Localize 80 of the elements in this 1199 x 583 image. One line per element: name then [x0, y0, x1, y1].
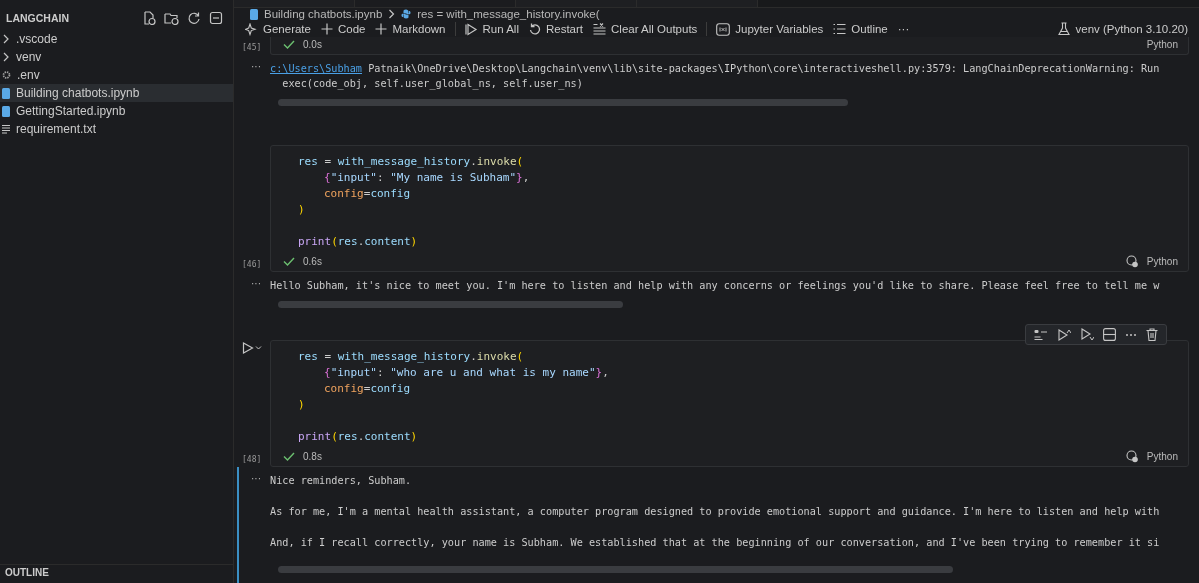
- toolbar-button[interactable]: Code: [317, 22, 369, 36]
- explorer-title: LANGCHAIN: [6, 12, 69, 24]
- output-line: Nice reminders, Subham.: [270, 474, 413, 488]
- run-cell-button[interactable]: [242, 342, 262, 354]
- kernel-picker[interactable]: venv (Python 3.10.20): [1055, 21, 1191, 37]
- new-file-icon[interactable]: [142, 11, 156, 25]
- output-menu-button[interactable]: ···: [251, 61, 261, 72]
- output-menu-button[interactable]: ···: [251, 278, 261, 289]
- execution-count: [48]: [242, 455, 262, 466]
- code-line: print(res.content): [298, 234, 419, 250]
- delete-icon[interactable]: [1146, 328, 1158, 341]
- more-button[interactable]: ···: [894, 22, 913, 36]
- toolbar-button[interactable]: Jupyter Variables: [713, 21, 827, 37]
- toolbar-button[interactable]: Clear All Outputs: [590, 22, 701, 36]
- execution-count: [46]: [242, 260, 262, 271]
- language-label[interactable]: Python: [1146, 451, 1178, 462]
- gear-icon: [2, 70, 11, 80]
- execution-time: 0.0s: [303, 39, 322, 50]
- code-line: config=config: [323, 381, 412, 397]
- sparkle-icon: [245, 22, 258, 36]
- notebook-icon: [2, 105, 10, 117]
- toolbar-button[interactable]: Restart: [525, 22, 587, 36]
- code-line: print(res.content): [298, 429, 419, 445]
- breadcrumb-item[interactable]: Building chatbots.ipynb: [264, 8, 383, 21]
- notebook-icon: [250, 8, 258, 20]
- toolbar-button[interactable]: Markdown: [372, 22, 449, 36]
- clear-list-icon: [593, 23, 607, 35]
- refresh-icon[interactable]: [187, 11, 201, 25]
- flask-icon: [1058, 22, 1071, 36]
- file-item[interactable]: GettingStarted.ipynb: [0, 102, 233, 120]
- execution-count: [45]: [242, 43, 262, 54]
- check-icon: [283, 452, 295, 461]
- breadcrumb-item[interactable]: res = with_message_history.invoke(: [417, 8, 600, 21]
- file-link[interactable]: c:\Users\Subham: [270, 63, 362, 74]
- text-file-icon: [2, 124, 10, 134]
- output-menu-button[interactable]: ···: [251, 473, 261, 484]
- output-line: Hello Subham, it's nice to meet you. I'm here to listen and help with any concerns or feelings you'd like to share. Please feel free to tell me w: [270, 279, 1161, 293]
- toolbar-button[interactable]: Generate: [242, 21, 314, 37]
- run-below-icon[interactable]: [1080, 328, 1094, 341]
- code-line: ): [298, 202, 306, 218]
- execution-time: 0.8s: [303, 451, 322, 462]
- output-line: As for me, I'm a mental health assistant, a computer program designed to provide emotional support and guidance. I'm here to listen and help with: [270, 505, 1161, 519]
- code-line: res = with_message_history.invoke(: [298, 349, 525, 365]
- notebook-icon: [2, 87, 10, 99]
- file-item[interactable]: .vscode: [0, 30, 233, 48]
- code-cell[interactable]: 0.0s Python: [270, 37, 1189, 55]
- split-cell-icon[interactable]: [1103, 328, 1116, 341]
- language-label[interactable]: Python: [1146, 256, 1178, 267]
- python-icon: [401, 9, 412, 20]
- code-cell[interactable]: res = with_message_history.invoke( {"input": "My name is Subham"}, config=config ) print(res.content) 0.6s Python: [270, 145, 1189, 272]
- check-icon: [283, 257, 295, 266]
- file-item[interactable]: venv: [0, 48, 233, 66]
- check-icon: [283, 40, 295, 49]
- run-above-icon[interactable]: [1057, 328, 1071, 341]
- code-line: res = with_message_history.invoke(: [298, 154, 525, 170]
- toolbar-button[interactable]: Outline: [830, 22, 891, 36]
- execution-time: 0.6s: [303, 256, 322, 267]
- code-line: {"input": "My name is Subham"},: [323, 170, 531, 186]
- language-label[interactable]: Python: [1146, 39, 1178, 50]
- file-item[interactable]: requirement.txt: [0, 120, 233, 138]
- plus-icon: [320, 23, 333, 35]
- new-folder-icon[interactable]: [164, 11, 179, 25]
- toolbar-button[interactable]: Run All: [461, 21, 522, 37]
- plus-icon: [375, 23, 388, 35]
- file-item[interactable]: Building chatbots.ipynb: [0, 84, 233, 102]
- list-icon: [833, 23, 847, 35]
- outline-title[interactable]: OUTLINE: [5, 567, 49, 578]
- code-line: config=config: [323, 186, 412, 202]
- output-line: c:\Users\Subham Patnaik\OneDrive\Desktop\Langchain\venv\lib\site-packages\IPython\core\interactiveshell.py:3579: LangChainDeprecationWarning: Run: [270, 62, 1161, 76]
- file-item[interactable]: .env: [0, 66, 233, 84]
- code-line: {"input": "who are u and what is my name"},: [323, 365, 610, 381]
- chevron-icon: [388, 9, 396, 20]
- run-all-icon: [464, 22, 478, 36]
- code-cell[interactable]: res = with_message_history.invoke( {"input": "who are u and what is my name"}, config=config ) print(res.content) 0.8s Python: [270, 340, 1189, 467]
- output-line: And, if I recall correctly, your name is Subham. We established that at the beginning of our conversation, and I've been trying to remember it si: [270, 536, 1161, 550]
- output-line: exec(code_obj, self.user_global_ns, self.user_ns): [281, 77, 584, 91]
- code-line: ): [298, 397, 306, 413]
- restart-icon: [528, 23, 541, 35]
- collapse-icon[interactable]: [209, 11, 223, 25]
- more-icon[interactable]: [1125, 332, 1137, 337]
